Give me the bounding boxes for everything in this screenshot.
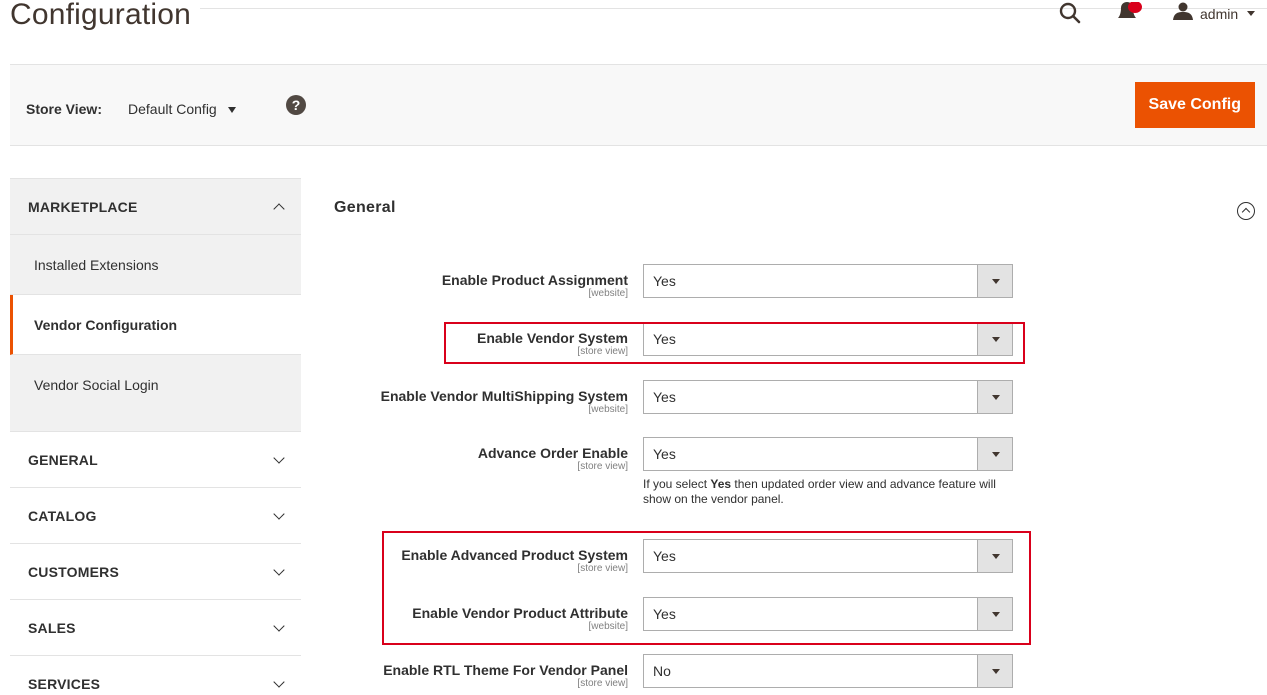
select-arrow-icon[interactable] <box>977 265 1012 297</box>
select-arrow-icon[interactable] <box>977 381 1012 413</box>
sidebar-section-services[interactable]: SERVICES <box>10 655 301 695</box>
field-label-text: Advance Order Enable <box>477 445 628 461</box>
sidebar-section-title: SALES <box>28 619 76 636</box>
page-title: Configuration <box>10 0 192 31</box>
chevron-up-icon <box>273 202 285 215</box>
sidebar-section-title: MARKETPLACE <box>28 198 138 215</box>
sidebar-section-catalog[interactable]: CATALOG <box>10 487 301 543</box>
select-arrow-icon[interactable] <box>977 438 1012 470</box>
save-config-button[interactable]: Save Config <box>1134 82 1255 128</box>
help-icon[interactable]: ? <box>286 95 306 115</box>
field-scope: [store view] <box>577 461 628 472</box>
user-icon[interactable] <box>1172 2 1194 20</box>
enable-product-assignment-select[interactable]: Yes <box>643 264 1013 298</box>
select-value: Yes <box>653 273 676 289</box>
sidebar-section-marketplace[interactable]: MARKETPLACE <box>10 178 301 234</box>
store-view-label: Store View: <box>26 101 102 117</box>
config-sidebar: MARKETPLACE Installed Extensions Vendor … <box>10 178 301 695</box>
field-note: If you select Yes then updated order vie… <box>643 477 1023 507</box>
enable-rtl-theme-select[interactable]: No <box>643 654 1013 688</box>
section-title-general[interactable]: General <box>334 199 396 217</box>
note-bold: Yes <box>710 477 732 491</box>
store-view-caret-icon[interactable] <box>228 107 236 113</box>
sidebar-item-installed-extensions[interactable]: Installed Extensions <box>10 235 301 295</box>
field-label: Enable RTL Theme For Vendor Panel [store… <box>383 662 628 689</box>
chevron-down-icon <box>273 675 285 688</box>
field-label-text: Enable RTL Theme For Vendor Panel <box>383 662 628 678</box>
sidebar-section-sales[interactable]: SALES <box>10 599 301 655</box>
sidebar-item-vendor-social-login[interactable]: Vendor Social Login <box>10 355 301 431</box>
configuration-page: Configuration admin Store View: Default … <box>0 0 1267 695</box>
admin-caret-icon[interactable] <box>1247 11 1255 16</box>
collapse-section-icon[interactable] <box>1237 202 1255 220</box>
select-arrow-icon[interactable] <box>977 655 1012 687</box>
notifications-bell-icon[interactable] <box>1116 2 1146 24</box>
admin-user-menu[interactable]: admin <box>1200 6 1238 22</box>
field-scope: [website] <box>588 404 628 415</box>
field-scope: [website] <box>588 288 628 299</box>
sidebar-section-title: CUSTOMERS <box>28 563 119 580</box>
select-value: Yes <box>653 446 676 462</box>
search-icon[interactable] <box>1058 2 1082 26</box>
highlight-box <box>444 322 1025 364</box>
chevron-down-icon <box>273 451 285 464</box>
sidebar-section-general[interactable]: GENERAL <box>10 431 301 487</box>
chevron-down-icon <box>273 619 285 632</box>
field-label: Enable Product Assignment [website] <box>442 272 628 299</box>
store-view-switcher[interactable]: Default Config <box>128 101 217 117</box>
sidebar-section-title: SERVICES <box>28 675 101 692</box>
field-scope: [store view] <box>577 678 628 689</box>
field-label-text: Enable Product Assignment <box>441 272 628 288</box>
sidebar-section-title: CATALOG <box>28 507 97 524</box>
marketplace-items: Installed Extensions Vendor Configuratio… <box>10 234 301 431</box>
sidebar-section-customers[interactable]: CUSTOMERS <box>10 543 301 599</box>
field-label: Enable Vendor MultiShipping System [webs… <box>381 388 628 415</box>
advance-order-enable-select[interactable]: Yes <box>643 437 1013 471</box>
sidebar-item-vendor-configuration[interactable]: Vendor Configuration <box>10 295 301 355</box>
field-label-text: Enable Vendor MultiShipping System <box>380 388 628 404</box>
select-value: No <box>653 663 671 679</box>
sidebar-section-title: GENERAL <box>28 451 98 468</box>
chevron-down-icon <box>273 563 285 576</box>
enable-vendor-multishipping-select[interactable]: Yes <box>643 380 1013 414</box>
store-view-bar: Store View: Default Config ? Save Config <box>10 64 1267 146</box>
select-value: Yes <box>653 389 676 405</box>
field-label: Advance Order Enable [store view] <box>478 445 628 472</box>
chevron-down-icon <box>273 507 285 520</box>
header-divider <box>200 8 1267 9</box>
highlight-box <box>382 531 1031 645</box>
note-text: If you select <box>643 477 711 491</box>
